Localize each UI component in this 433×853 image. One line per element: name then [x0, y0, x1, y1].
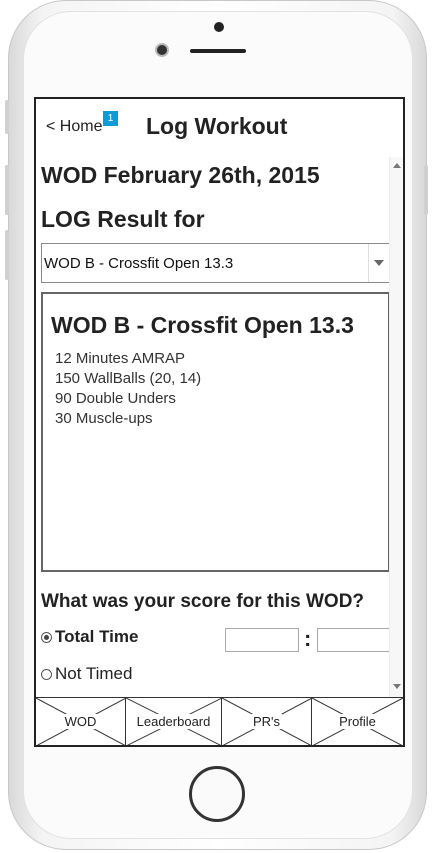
tab-leaderboard[interactable]: Leaderboard — [126, 698, 222, 745]
sensor-dot — [214, 22, 224, 32]
wod-movement: 30 Muscle-ups — [55, 410, 153, 427]
tab-label: PR's — [250, 714, 283, 729]
wod-card-title: WOD B - Crossfit Open 13.3 — [51, 312, 354, 338]
log-result-label: LOG Result for — [41, 206, 205, 232]
page-title: Log Workout — [146, 113, 288, 139]
tab-wod[interactable]: WOD — [36, 698, 126, 745]
option-label: Total Time — [55, 627, 139, 646]
wod-movement: 12 Minutes AMRAP — [55, 350, 186, 367]
time-separator: : — [304, 626, 312, 651]
tab-profile[interactable]: Profile — [312, 698, 403, 745]
time-minutes-input[interactable] — [225, 628, 299, 652]
tab-label: WOD — [62, 714, 99, 729]
chevron-down-icon — [374, 260, 384, 266]
scroll-down-arrow-icon[interactable] — [393, 684, 401, 689]
radio-unselected-icon[interactable] — [41, 668, 52, 680]
time-seconds-input[interactable] — [317, 628, 389, 652]
wod-movement: 150 WallBalls (20, 14) — [55, 370, 202, 387]
front-camera — [157, 45, 167, 55]
vertical-scrollbar[interactable] — [389, 157, 403, 697]
scroll-up-arrow-icon[interactable] — [393, 163, 401, 168]
wod-movement: 90 Double Unders — [55, 390, 176, 407]
radio-selected-icon[interactable] — [41, 631, 52, 643]
main-content: WOD February 26th, 2015 LOG Result for W… — [36, 157, 389, 697]
wod-description-card: WOD B - Crossfit Open 13.3 12 Minutes AM… — [41, 292, 389, 572]
tab-label: Profile — [337, 714, 378, 729]
bottom-tab-bar: WOD Leaderboard PR's Profile — [36, 697, 403, 745]
notification-badge: 1 — [103, 111, 118, 126]
option-label: Not Timed — [55, 664, 133, 683]
top-bar: < Home 1 Log Workout — [36, 99, 403, 157]
mute-switch — [5, 100, 9, 134]
tab-label: Leaderboard — [134, 714, 213, 729]
volume-down-button — [5, 230, 9, 280]
earpiece-speaker — [190, 49, 246, 53]
back-home-link[interactable]: < Home — [46, 118, 102, 136]
tab-prs[interactable]: PR's — [222, 698, 312, 745]
power-button — [424, 165, 428, 215]
home-button[interactable] — [189, 766, 245, 822]
wod-date-heading: WOD February 26th, 2015 — [41, 162, 320, 188]
app-screen: < Home 1 Log Workout WOD February 26th, … — [34, 97, 405, 747]
score-question: What was your score for this WOD? — [41, 591, 365, 612]
option-total-time[interactable]: Total Time — [41, 627, 138, 647]
select-dropdown-button[interactable] — [368, 244, 389, 282]
wod-movements-list: 12 Minutes AMRAP 150 WallBalls (20, 14) … — [55, 349, 201, 429]
option-not-timed[interactable]: Not Timed — [41, 664, 132, 684]
wod-select-value: WOD B - Crossfit Open 13.3 — [44, 255, 234, 272]
wod-select[interactable]: WOD B - Crossfit Open 13.3 — [41, 243, 389, 283]
volume-up-button — [5, 165, 9, 215]
